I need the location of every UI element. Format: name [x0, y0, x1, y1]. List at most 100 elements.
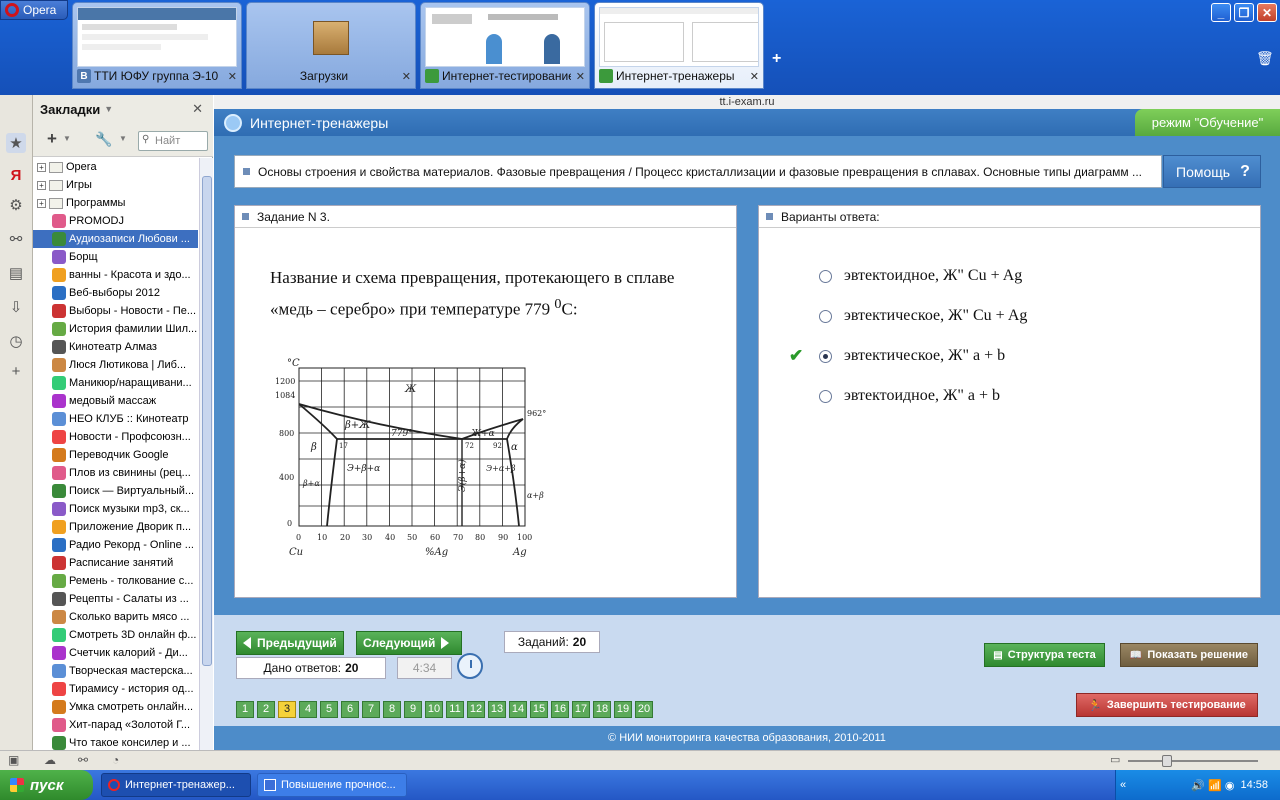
bookmark-item[interactable]: PROMODJ: [33, 212, 198, 230]
finish-test-button[interactable]: 🏃 Завершить тестирование: [1076, 693, 1258, 717]
bookmark-item[interactable]: + Игры: [33, 176, 198, 194]
unite-icon[interactable]: ⚯: [6, 229, 26, 249]
new-tab-plus-icon[interactable]: +: [772, 50, 781, 68]
close-icon[interactable]: ✕: [192, 101, 203, 117]
bookmark-item[interactable]: + Программы: [33, 194, 198, 212]
bookmark-item[interactable]: Сколько варить мясо ...: [33, 608, 198, 626]
bookmark-item[interactable]: Кинотеатр Алмаз: [33, 338, 198, 356]
view-icon[interactable]: ▭: [1110, 753, 1120, 766]
page-number-button[interactable]: 1: [236, 701, 254, 718]
bookmark-item[interactable]: ванны - Красота и здо...: [33, 266, 198, 284]
page-number-button[interactable]: 20: [635, 701, 653, 718]
bookmark-item[interactable]: Расписание занятий: [33, 554, 198, 572]
expand-plus-icon[interactable]: +: [37, 198, 46, 208]
bookmark-item[interactable]: + Opera: [33, 158, 198, 176]
bookmark-item[interactable]: Веб-выборы 2012: [33, 284, 198, 302]
bookmark-item[interactable]: Тирамису - история од...: [33, 680, 198, 698]
answer-option-4[interactable]: эвтектоидное, Ж" a + b: [819, 384, 1000, 408]
page-number-button[interactable]: 2: [257, 701, 275, 718]
bookmark-item[interactable]: Аудиозаписи Любови ...: [33, 230, 198, 248]
bookmark-item[interactable]: Что такое консилер и ...: [33, 734, 198, 750]
tab-close-icon[interactable]: ✕: [228, 70, 237, 83]
bookmark-item[interactable]: Маникюр/наращивани...: [33, 374, 198, 392]
page-number-button[interactable]: 19: [614, 701, 632, 718]
answer-option-2[interactable]: эвтектическое, Ж" Cu + Ag: [819, 304, 1027, 328]
tray-icons[interactable]: 🔊 📶 ◉: [1191, 779, 1234, 792]
maximize-button[interactable]: ❐: [1234, 3, 1254, 22]
notes-icon[interactable]: ▤: [6, 263, 26, 283]
tab-downloads[interactable]: Загрузки ✕: [246, 2, 416, 89]
bookmark-item[interactable]: Выборы - Новости - Пе...: [33, 302, 198, 320]
tab-internet-testing[interactable]: Интернет-тестирование ✕: [420, 2, 590, 89]
opera-menu-button[interactable]: Opera: [0, 0, 68, 20]
expand-plus-icon[interactable]: +: [37, 180, 46, 190]
bookmark-item[interactable]: Рецепты - Салаты из ...: [33, 590, 198, 608]
page-number-button[interactable]: 4: [299, 701, 317, 718]
page-number-button[interactable]: 11: [446, 701, 464, 718]
bookmark-item[interactable]: Плов из свинины (рец...: [33, 464, 198, 482]
yandex-icon[interactable]: Я: [6, 165, 26, 185]
bookmark-item[interactable]: Хит-парад «Золотой Г...: [33, 716, 198, 734]
tab-internet-trainers[interactable]: Интернет-тренажеры ✕: [594, 2, 764, 89]
bookmark-item[interactable]: Приложение Дворик п...: [33, 518, 198, 536]
tab-close-icon[interactable]: ✕: [576, 70, 585, 83]
page-number-button[interactable]: 18: [593, 701, 611, 718]
bookmark-item[interactable]: Умка смотреть онлайн...: [33, 698, 198, 716]
page-number-button[interactable]: 9: [404, 701, 422, 718]
page-number-button[interactable]: 5: [320, 701, 338, 718]
bookmark-item[interactable]: Поиск — Виртуальный...: [33, 482, 198, 500]
bookmark-item[interactable]: Поиск музыки mp3, ск...: [33, 500, 198, 518]
answer-option-1[interactable]: эвтектоидное, Ж" Cu + Ag: [819, 264, 1022, 288]
start-button[interactable]: пуск: [0, 770, 93, 800]
answer-radio[interactable]: [819, 269, 832, 283]
tray-expand-icon[interactable]: «: [1120, 779, 1126, 791]
chevron-down-icon[interactable]: ▼: [63, 134, 71, 143]
page-number-button[interactable]: 6: [341, 701, 359, 718]
answer-radio[interactable]: [819, 309, 832, 323]
panel-toggle-icon[interactable]: ▣: [8, 753, 19, 767]
bookmark-item[interactable]: Смотреть 3D онлайн ф...: [33, 626, 198, 644]
answer-option-3[interactable]: ✔ эвтектическое, Ж" a + b: [789, 344, 1005, 368]
page-number-button[interactable]: 8: [383, 701, 401, 718]
bookmark-item[interactable]: медовый массаж: [33, 392, 198, 410]
bookmarks-search-input[interactable]: ⚲ Найт: [138, 131, 208, 151]
tab-close-icon[interactable]: ✕: [750, 70, 759, 83]
page-number-button[interactable]: 17: [572, 701, 590, 718]
page-number-button[interactable]: 16: [551, 701, 569, 718]
page-number-button[interactable]: 13: [488, 701, 506, 718]
tab-tti[interactable]: В ТТИ ЮФУ группа Э-10 ✕: [72, 2, 242, 89]
answer-radio[interactable]: [819, 349, 832, 363]
zoom-slider[interactable]: [1128, 760, 1258, 762]
downloads-icon[interactable]: ⇩: [6, 297, 26, 317]
wrench-icon[interactable]: 🔧: [95, 131, 112, 148]
page-number-button[interactable]: 10: [425, 701, 443, 718]
tab-close-icon[interactable]: ✕: [402, 70, 411, 83]
chevron-down-icon[interactable]: ▼: [119, 134, 127, 143]
bookmark-item[interactable]: Новости - Профсоюзн...: [33, 428, 198, 446]
gear-icon[interactable]: ⚙: [6, 195, 26, 215]
taskbar-item-word[interactable]: Повышение прочнос...: [257, 773, 407, 797]
bookmark-item[interactable]: Счетчик калорий - Ди...: [33, 644, 198, 662]
unite-icon[interactable]: ⚯: [78, 753, 88, 767]
cloud-icon[interactable]: ☁: [44, 753, 56, 767]
page-number-button[interactable]: 3: [278, 701, 296, 718]
show-solution-button[interactable]: 📖 Показать решение: [1120, 643, 1258, 667]
bookmark-item[interactable]: Люся Лютикова | Либ...: [33, 356, 198, 374]
chevron-down-icon[interactable]: ▼: [104, 104, 113, 114]
speed-dial-icon[interactable]: ◔: [112, 753, 119, 767]
answer-radio[interactable]: [819, 389, 832, 403]
trash-icon[interactable]: 🗑: [1256, 50, 1274, 67]
page-number-button[interactable]: 14: [509, 701, 527, 718]
scrollbar-thumb[interactable]: [202, 176, 212, 666]
help-button[interactable]: Помощь ?: [1163, 155, 1261, 188]
bookmarks-scrollbar[interactable]: [199, 158, 213, 750]
page-number-button[interactable]: 15: [530, 701, 548, 718]
history-clock-icon[interactable]: ◷: [6, 331, 26, 351]
bookmark-item[interactable]: История фамилии Шил...: [33, 320, 198, 338]
page-number-button[interactable]: 12: [467, 701, 485, 718]
add-panel-icon[interactable]: +: [6, 361, 26, 381]
minimize-button[interactable]: _: [1211, 3, 1231, 22]
test-structure-button[interactable]: ▤ Структура теста: [984, 643, 1105, 667]
page-number-button[interactable]: 7: [362, 701, 380, 718]
bookmark-item[interactable]: НЕО КЛУБ :: Кинотеатр: [33, 410, 198, 428]
